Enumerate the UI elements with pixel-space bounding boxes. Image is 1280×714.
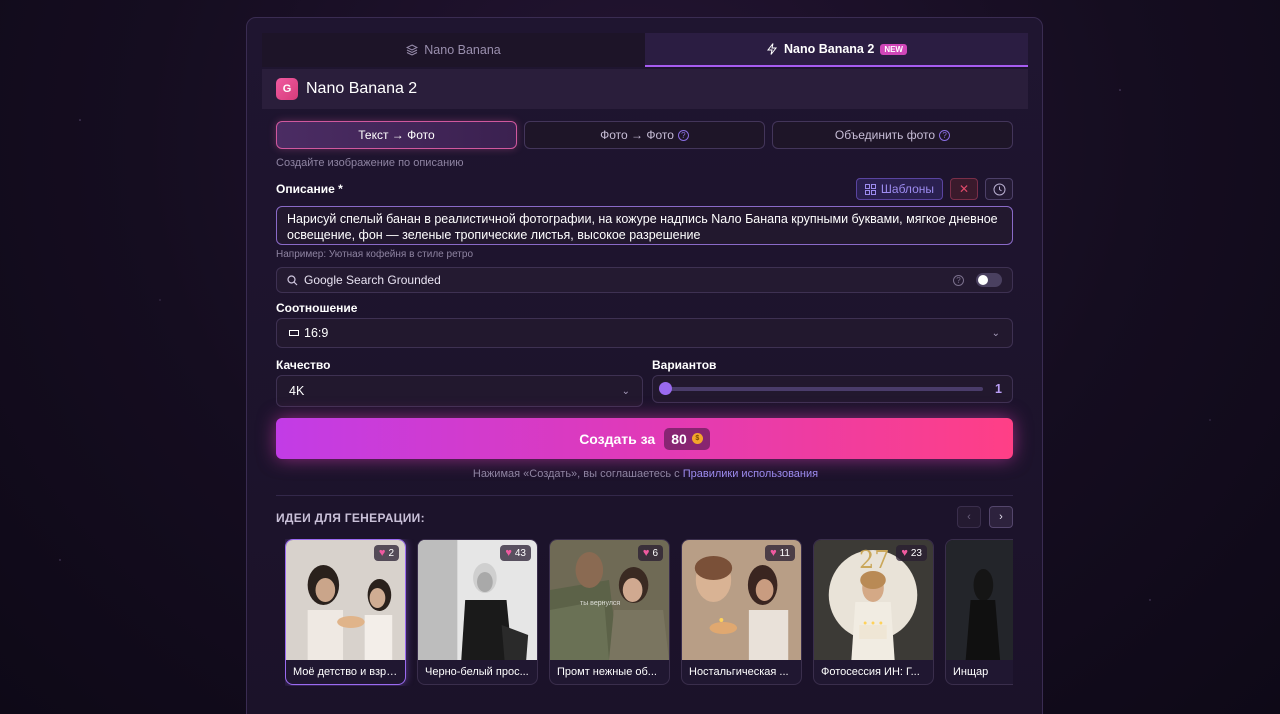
slider-track[interactable] [659,382,984,395]
image-text: ты вернулся [580,600,621,607]
search-grounding-toggle[interactable] [976,273,1002,287]
mode-hint: Создайте изображение по описанию [276,157,464,169]
close-icon: ✕ [958,182,970,196]
history-button[interactable] [985,178,1013,200]
card-caption: Инщар [953,666,989,678]
terms-link[interactable]: Правилики использования [683,468,818,480]
templates-button[interactable]: Шаблоны [855,178,943,200]
model-title: Nano Banana 2 [306,80,418,97]
tab-label: Nano Banana [424,43,501,57]
create-label: Создать за [579,430,656,447]
tab-label: Объединить фото [834,128,936,142]
heart-icon: ♥ [642,547,650,559]
layers-icon [406,44,419,56]
chevron-right-icon: › [999,511,1003,523]
generator-panel: Nano Banana Nano Banana 2 NEW G Nano Ban… [246,17,1043,714]
heart-icon: ♥ [770,547,777,559]
quality-label: Качество [276,358,331,372]
card-caption: Черно-белый прос... [425,666,529,678]
description-label: Описание * [276,182,343,196]
variants-value: 1 [995,382,1002,396]
help-icon[interactable]: ? [939,129,951,141]
likes-count: 43 [514,547,526,559]
tab-label: Текст → Фото [358,128,435,142]
idea-card[interactable]: ты вернулся ♥ 6 Промт нежные об... [549,539,670,685]
help-icon[interactable]: ? [677,129,689,141]
idea-card[interactable]: ♥ 43 Черно-белый прос... [417,539,538,685]
description-example: Например: Уютная кофейня в стиле ретро [276,249,474,260]
variants-slider: 1 [652,375,1013,403]
coin-icon: $ [691,433,703,444]
clock-icon [993,183,1005,195]
next-button[interactable]: › [989,506,1013,528]
idea-card[interactable]: 27 ♥ 23 Фотосессия ИН: Г... [813,539,934,685]
divider [276,495,1013,496]
aspect-ratio-icon [289,330,299,336]
tab-photo-to-photo[interactable]: Фото → Фото ? [524,121,765,149]
card-caption: Ностальгическая ... [689,666,789,678]
tab-nano-banana-2[interactable]: Nano Banana 2 NEW [645,33,1028,67]
likes-badge: ♥ 6 [637,545,663,561]
idea-card[interactable]: ♥ 11 Ностальгическая ... [681,539,802,685]
search-grounding-row: Google Search Grounded ? [276,267,1013,293]
ratio-select[interactable]: 16:9 ⌄ [276,318,1013,348]
idea-card[interactable]: ♥ 2 Моё детство и взрезр... [285,539,406,685]
tab-label: Фото → Фото [600,128,674,142]
new-badge: NEW [880,43,907,55]
tab-text-to-photo[interactable]: Текст → Фото [276,121,517,149]
lightning-icon [766,43,778,55]
slider-handle[interactable] [659,382,672,395]
likes-count: 2 [388,547,394,559]
likes-badge: ♥ 23 [896,545,927,561]
terms-prefix: Нажимая «Создать», вы соглашаетесь с [472,468,683,480]
heart-icon: ♥ [378,547,386,559]
mode-tabs: Текст → Фото Фото → Фото ? Объединить фо… [276,121,1013,149]
likes-badge: ♥ 43 [500,545,531,561]
card-caption: Моё детство и взрезр... [293,666,401,678]
image-number: 27 [859,546,890,574]
likes-badge: ♥ 2 [373,545,399,561]
model-tabs: Nano Banana Nano Banana 2 NEW [262,33,1028,67]
price-value: 80 [671,430,687,447]
ideas-nav: ‹ › [957,506,1013,528]
description-textarea[interactable]: Нарисуй спелый банан в реалистичной фото… [276,206,1013,245]
card-caption: Фотосессия ИН: Г... [821,666,920,678]
variants-label: Вариантов [652,358,717,372]
quality-select[interactable]: 4K ⌄ [276,375,643,407]
idea-card[interactable]: Инщар [945,539,1013,685]
tab-nano-banana[interactable]: Nano Banana [262,33,645,67]
description-actions: Шаблоны ✕ [855,178,1013,200]
chevron-left-icon: ‹ [967,511,971,523]
likes-count: 6 [652,547,658,559]
model-header: G Nano Banana 2 [262,69,1028,109]
clear-button[interactable]: ✕ [950,178,978,200]
prev-button[interactable]: ‹ [957,506,981,528]
terms-text: Нажимая «Создать», вы соглашаетесь с Пра… [247,468,1044,480]
ratio-label: Соотношение [276,301,358,315]
tab-label: Nano Banana 2 [784,42,875,56]
search-icon [287,274,298,285]
quality-value: 4K [289,384,305,398]
price-pill: 80 $ [664,427,710,450]
chevron-down-icon: ⌄ [991,327,1000,339]
search-grounding-label: Google Search Grounded [304,273,441,287]
gemini-logo-icon: G [276,78,298,100]
card-caption: Промт нежные об... [557,666,657,678]
create-button[interactable]: Создать за 80 $ [276,418,1013,459]
likes-count: 23 [910,547,922,559]
grid-icon [864,183,876,195]
heart-icon: ♥ [505,547,512,559]
templates-label: Шаблоны [880,182,934,196]
ideas-title: ИДЕИ ДЛЯ ГЕНЕРАЦИИ: [276,511,425,525]
ideas-carousel: ♥ 2 Моё детство и взрезр... ♥ 43 Черно-бел… [285,539,1013,686]
help-icon[interactable]: ? [953,274,964,286]
likes-count: 11 [779,547,790,559]
chevron-down-icon: ⌄ [621,385,630,397]
heart-icon: ♥ [901,547,908,559]
ratio-value: 16:9 [304,326,329,340]
card-image [946,540,1013,660]
tab-merge-photos[interactable]: Объединить фото ? [772,121,1013,149]
likes-badge: ♥ 11 [765,545,795,561]
